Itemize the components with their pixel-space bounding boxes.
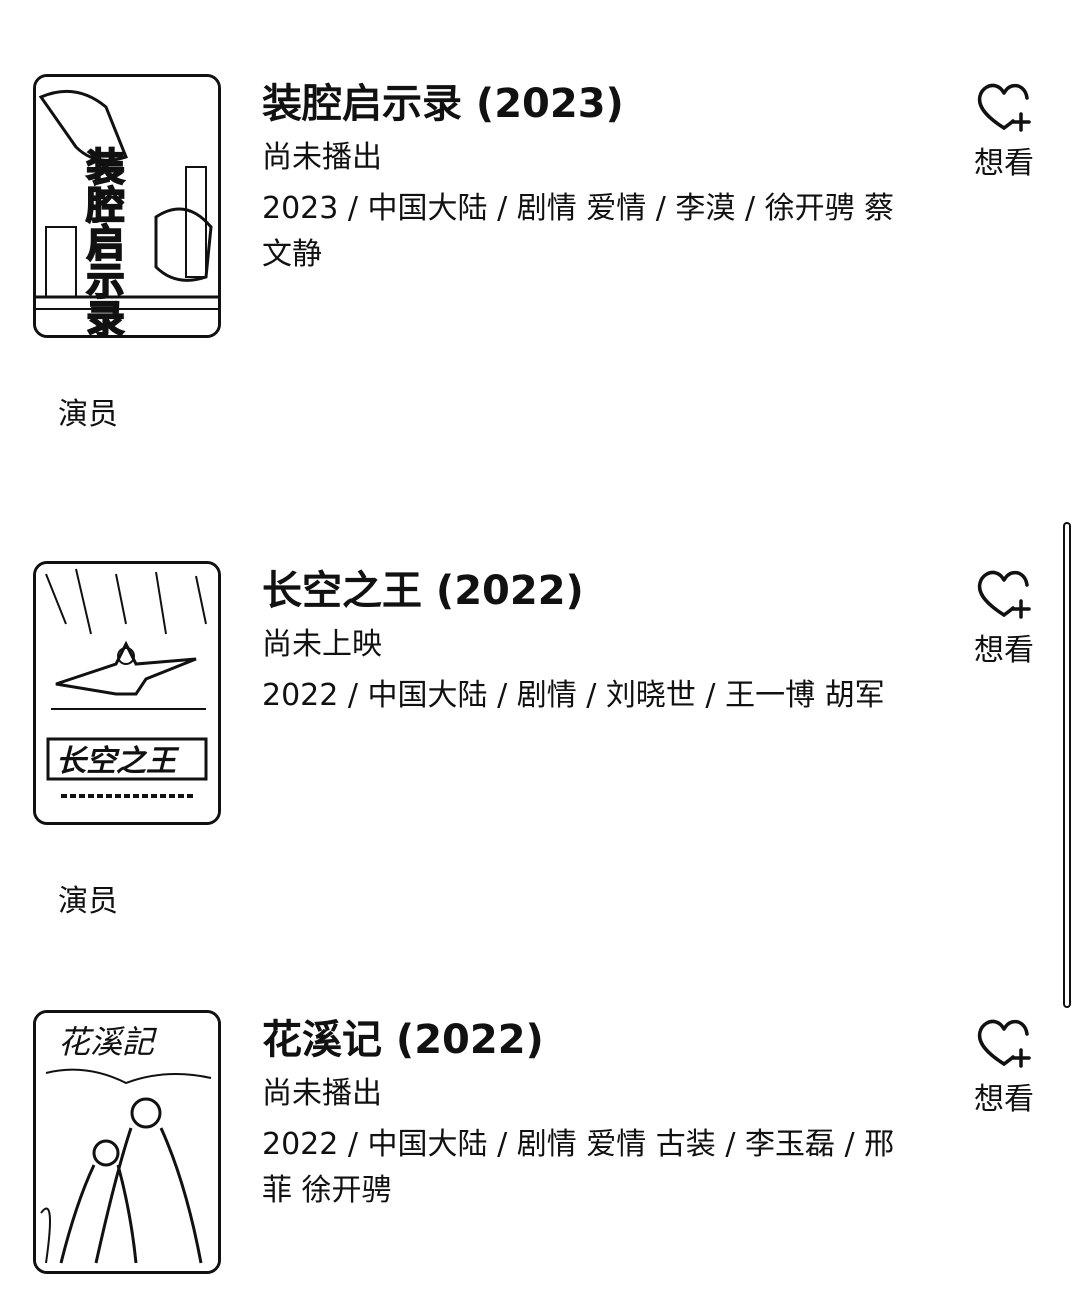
movie-status: 尚未上映 (262, 627, 382, 662)
wish-label: 想看 (974, 1082, 1034, 1117)
heart-plus-icon (977, 1019, 1031, 1068)
movie-item[interactable]: 长空之王 长空之王 (2022) 尚未上映 2022 / 中国大陆 / 剧情 /… (0, 561, 1080, 831)
cast-section-label: 演员 (58, 884, 118, 919)
movie-poster[interactable]: 装腔启示录 (33, 74, 221, 338)
movie-meta: 2023 / 中国大陆 / 剧情 爱情 / 李漠 / 徐开骋 蔡文静 (262, 191, 895, 272)
movie-poster[interactable]: 花溪記 (33, 1010, 221, 1274)
poster-art-changkong: 长空之王 (36, 564, 218, 822)
wish-button[interactable]: 想看 (964, 1016, 1044, 1126)
movie-item[interactable]: 装腔启示录 装腔启示录 (2023) 尚未播出 2023 / 中国大陆 / 剧情… (0, 74, 1080, 344)
heart-plus-icon (977, 83, 1031, 132)
heart-plus-icon (977, 570, 1031, 619)
poster-text: 长空之王 (56, 744, 180, 779)
poster-art-zhuangqiang: 装腔启示录 (36, 77, 218, 335)
wish-button[interactable]: 想看 (964, 567, 1044, 677)
poster-text: 花溪記 (58, 1023, 158, 1061)
cast-section-label: 演员 (58, 397, 118, 432)
movie-item[interactable]: 花溪記 花溪记 (2022) 尚未播出 2022 / 中国大陆 / 剧情 爱情 … (0, 1010, 1080, 1280)
wish-button[interactable]: 想看 (964, 80, 1044, 190)
movie-title[interactable]: 装腔启示录 (2023) (262, 78, 624, 130)
movie-meta: 2022 / 中国大陆 / 剧情 / 刘晓世 / 王一博 胡军 (262, 678, 885, 713)
wish-label: 想看 (974, 146, 1034, 181)
wish-label: 想看 (974, 633, 1034, 668)
movie-meta: 2022 / 中国大陆 / 剧情 爱情 古装 / 李玉磊 / 邢菲 徐开骋 (262, 1127, 895, 1208)
movie-title[interactable]: 花溪记 (2022) (262, 1014, 544, 1066)
movie-status: 尚未播出 (262, 1076, 382, 1111)
poster-text: 装腔启示录 (80, 147, 125, 335)
movie-status: 尚未播出 (262, 140, 382, 175)
scrollbar[interactable] (1063, 522, 1071, 1008)
poster-art-huaxi: 花溪記 (36, 1013, 218, 1271)
movie-list: 装腔启示录 装腔启示录 (2023) 尚未播出 2023 / 中国大陆 / 剧情… (0, 0, 1080, 1294)
movie-poster[interactable]: 长空之王 (33, 561, 221, 825)
movie-title[interactable]: 长空之王 (2022) (262, 565, 584, 617)
